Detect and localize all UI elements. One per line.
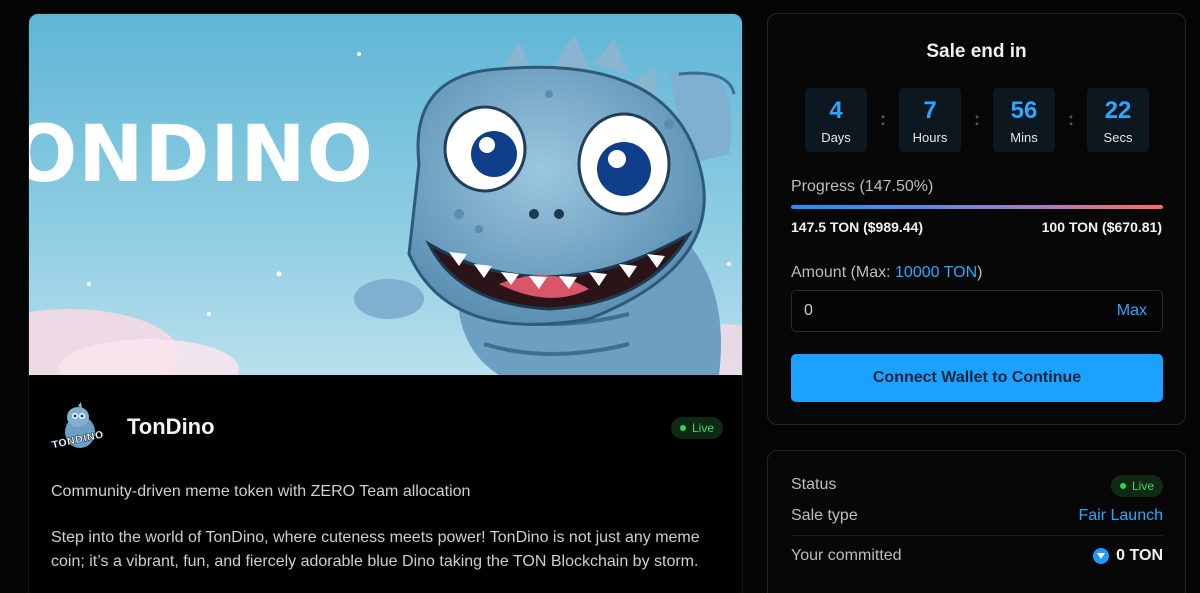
status-value: Live xyxy=(1131,479,1154,493)
raised-amount: 147.5 TON ($989.44) xyxy=(791,219,924,235)
countdown-secs-value: 22 xyxy=(1104,97,1132,124)
banner-title: ONDINO xyxy=(29,110,374,200)
progress-bar xyxy=(791,205,1163,209)
ton-coin-icon xyxy=(1093,548,1110,564)
countdown-separator: : xyxy=(974,109,980,129)
sale-info-card: Status Live Sale type Fair Launch Your c… xyxy=(767,450,1186,593)
project-banner: ONDINO xyxy=(29,14,742,375)
amount-label-text: Amount (Max: xyxy=(791,264,896,281)
committed-key: Your committed xyxy=(791,547,902,564)
info-row-sale-type: Sale type Fair Launch xyxy=(791,505,1163,529)
amount-input[interactable] xyxy=(804,291,1094,331)
amount-label: Amount (Max: 10000 TON) xyxy=(791,264,983,282)
committed-value-wrap: 0 TON xyxy=(1093,547,1163,565)
progress-label: Progress (147.50%) xyxy=(791,178,934,195)
countdown-secs-label: Secs xyxy=(1103,130,1133,145)
committed-value: 0 TON xyxy=(1116,547,1163,564)
project-card: ONDINO TONDINO TonDino Live Community-dr… xyxy=(28,13,743,593)
amount-field: Max xyxy=(791,290,1163,332)
countdown-timer: 4 Days : 7 Hours : 56 Mins : 22 Secs xyxy=(805,88,1149,152)
countdown-hours-label: Hours xyxy=(912,130,948,145)
project-header: TONDINO TonDino Live xyxy=(51,402,723,456)
status-key: Status xyxy=(791,476,837,493)
amount-label-close: ) xyxy=(977,264,983,281)
countdown-mins-label: Mins xyxy=(1010,130,1038,145)
project-tagline: Community-driven meme token with ZERO Te… xyxy=(51,483,471,500)
live-dot-icon xyxy=(679,425,686,431)
countdown-separator: : xyxy=(1068,109,1074,129)
sale-end-title: Sale end in xyxy=(926,41,1027,62)
countdown-secs: 22 Secs xyxy=(1087,88,1149,152)
max-button[interactable]: Max xyxy=(1117,302,1147,320)
sale-type-value[interactable]: Fair Launch xyxy=(1079,507,1164,525)
live-badge-label: Live xyxy=(691,421,714,435)
progress-bar-fill xyxy=(791,205,1163,209)
info-divider xyxy=(791,535,1163,536)
countdown-separator: : xyxy=(880,109,886,129)
project-description: Step into the world of TonDino, where cu… xyxy=(51,529,700,570)
project-avatar: TONDINO xyxy=(51,402,105,456)
countdown-days: 4 Days xyxy=(805,88,867,152)
sale-card: Sale end in 4 Days : 7 Hours : 56 Mins :… xyxy=(767,13,1186,425)
amount-max-value[interactable]: 10000 TON xyxy=(895,264,977,281)
info-row-committed: Your committed 0 TON xyxy=(791,545,1163,569)
live-status-badge: Live xyxy=(670,417,723,439)
target-amount: 100 TON ($670.81) xyxy=(1041,219,1162,235)
project-name: TonDino xyxy=(127,414,215,439)
countdown-mins-value: 56 xyxy=(1010,97,1038,124)
live-dot-icon xyxy=(1119,483,1126,489)
countdown-days-value: 4 xyxy=(829,97,843,124)
info-row-status: Status Live xyxy=(791,474,1163,498)
countdown-days-label: Days xyxy=(821,130,851,145)
status-live-badge: Live xyxy=(1110,475,1163,497)
countdown-hours: 7 Hours xyxy=(899,88,961,152)
sale-type-key: Sale type xyxy=(791,507,858,524)
countdown-hours-value: 7 xyxy=(923,97,937,124)
connect-wallet-button[interactable]: Connect Wallet to Continue xyxy=(791,354,1163,402)
countdown-mins: 56 Mins xyxy=(993,88,1055,152)
